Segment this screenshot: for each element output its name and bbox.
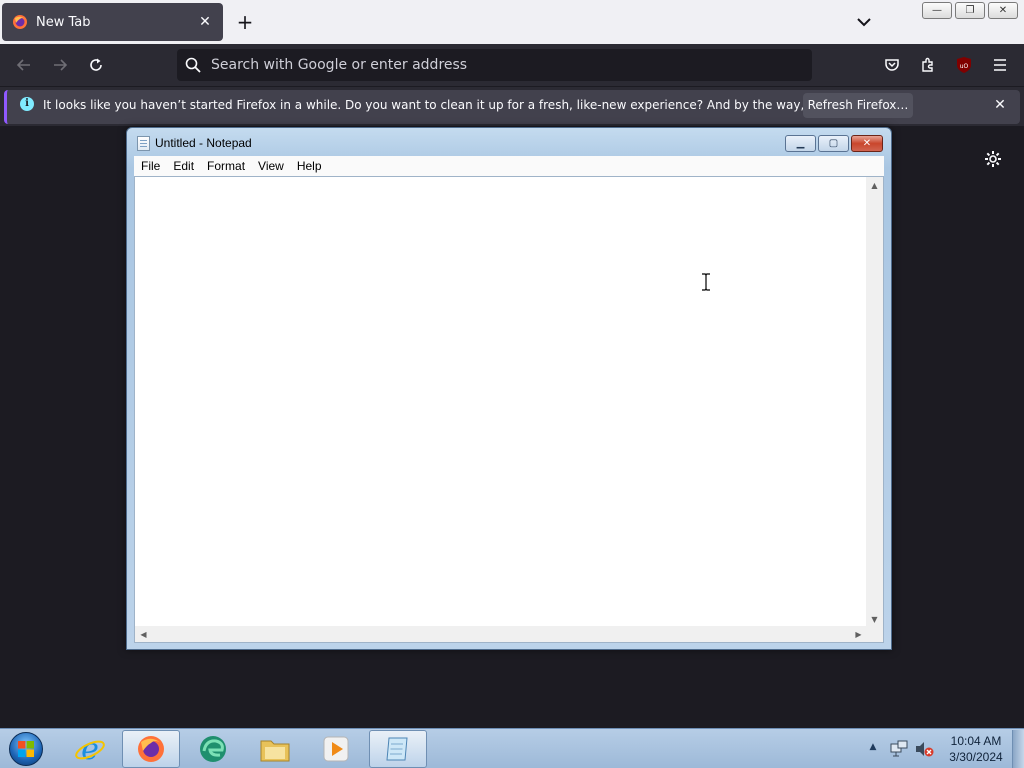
browser-close-button[interactable]: ✕ <box>988 2 1018 19</box>
browser-minimize-button[interactable]: — <box>922 2 952 19</box>
new-tab-button[interactable]: + <box>233 10 257 34</box>
taskbar-file-explorer[interactable] <box>246 730 304 768</box>
taskbar-internet-explorer[interactable]: e <box>61 730 119 768</box>
notepad-text-input[interactable] <box>135 177 867 627</box>
notepad-maximize-button[interactable]: ▢ <box>818 135 849 152</box>
gear-icon[interactable] <box>982 148 1004 170</box>
browser-window-controls: — ❐ ✕ <box>922 2 1018 19</box>
taskbar-clock[interactable]: 10:04 AM 3/30/2024 <box>940 733 1012 765</box>
menu-file[interactable]: File <box>134 156 166 176</box>
show-desktop-button[interactable] <box>1012 730 1024 768</box>
back-icon[interactable] <box>12 53 36 77</box>
notepad-minimize-button[interactable]: ▁ <box>785 135 816 152</box>
volume-muted-icon[interactable] <box>914 740 934 758</box>
start-button[interactable] <box>6 731 46 767</box>
notepad-titlebar[interactable]: Untitled - Notepad ▁ ▢ ✕ <box>127 128 891 156</box>
notepad-title: Untitled - Notepad <box>155 136 252 150</box>
notepad-close-button[interactable]: ✕ <box>851 135 883 152</box>
navigation-toolbar: uO <box>0 44 1024 86</box>
chevron-down-icon[interactable] <box>852 12 876 32</box>
notepad-edit-area: ▲ ▼ ◀ ▶ <box>134 176 884 643</box>
scroll-up-icon[interactable]: ▲ <box>866 177 883 193</box>
address-input[interactable] <box>211 57 791 73</box>
menu-icon[interactable] <box>988 53 1012 77</box>
notepad-window: Untitled - Notepad ▁ ▢ ✕ File Edit Forma… <box>126 127 892 650</box>
tab-new-tab[interactable]: New Tab ✕ <box>2 3 223 41</box>
pocket-icon[interactable] <box>880 53 904 77</box>
tab-close-icon[interactable]: ✕ <box>197 14 213 30</box>
scroll-right-icon[interactable]: ▶ <box>850 626 867 642</box>
menu-edit[interactable]: Edit <box>166 156 200 176</box>
taskbar-media-player[interactable] <box>307 730 365 768</box>
tab-title: New Tab <box>36 14 91 30</box>
folder-icon <box>260 740 290 762</box>
edge-icon <box>200 736 226 762</box>
menu-view[interactable]: View <box>251 156 290 176</box>
forward-icon[interactable] <box>48 53 72 77</box>
text-cursor-icon <box>700 273 712 291</box>
svg-text:e: e <box>81 733 99 765</box>
network-icon[interactable] <box>890 740 908 758</box>
ublock-icon[interactable]: uO <box>952 53 976 77</box>
firefox-icon <box>12 14 28 30</box>
show-hidden-icons-icon[interactable]: ▲ <box>866 742 880 752</box>
notepad-taskbar-icon <box>386 737 408 761</box>
scroll-left-icon[interactable]: ◀ <box>135 626 152 642</box>
reload-icon[interactable] <box>84 53 108 77</box>
info-icon: i <box>20 97 34 111</box>
notification-close-icon[interactable]: ✕ <box>990 95 1010 115</box>
menu-format[interactable]: Format <box>200 156 251 176</box>
horizontal-scrollbar[interactable]: ◀ ▶ <box>135 626 867 642</box>
taskbar-edge[interactable] <box>184 730 242 768</box>
scroll-down-icon[interactable]: ▼ <box>866 611 883 627</box>
tab-strip: New Tab ✕ + — ❐ ✕ <box>0 0 1024 44</box>
system-tray: ▲ 10:04 AM 3/30/2024 <box>866 732 1016 766</box>
refresh-firefox-button[interactable]: Refresh Firefox… <box>803 93 913 118</box>
browser-restore-button[interactable]: ❐ <box>955 2 985 19</box>
taskbar-notepad[interactable] <box>369 730 427 768</box>
search-icon <box>185 57 201 73</box>
extensions-icon[interactable] <box>916 53 940 77</box>
media-player-icon <box>323 736 349 762</box>
clock-time: 10:04 AM <box>950 734 1002 748</box>
vertical-scrollbar[interactable]: ▲ ▼ <box>866 177 883 627</box>
resize-grip[interactable] <box>866 626 883 642</box>
clock-date: 3/30/2024 <box>949 750 1003 764</box>
notepad-app-icon <box>137 136 150 151</box>
notification-message: It looks like you haven’t started Firefo… <box>43 98 899 112</box>
windows-logo-icon <box>9 732 43 766</box>
notepad-window-controls: ▁ ▢ ✕ <box>785 135 883 152</box>
svg-text:uO: uO <box>960 63 969 70</box>
address-bar[interactable] <box>177 49 812 81</box>
notepad-menubar: File Edit Format View Help <box>134 156 884 176</box>
internet-explorer-icon: e <box>75 733 105 765</box>
firefox-taskbar-icon <box>138 736 164 762</box>
taskbar-firefox[interactable] <box>122 730 180 768</box>
menu-help[interactable]: Help <box>290 156 328 176</box>
